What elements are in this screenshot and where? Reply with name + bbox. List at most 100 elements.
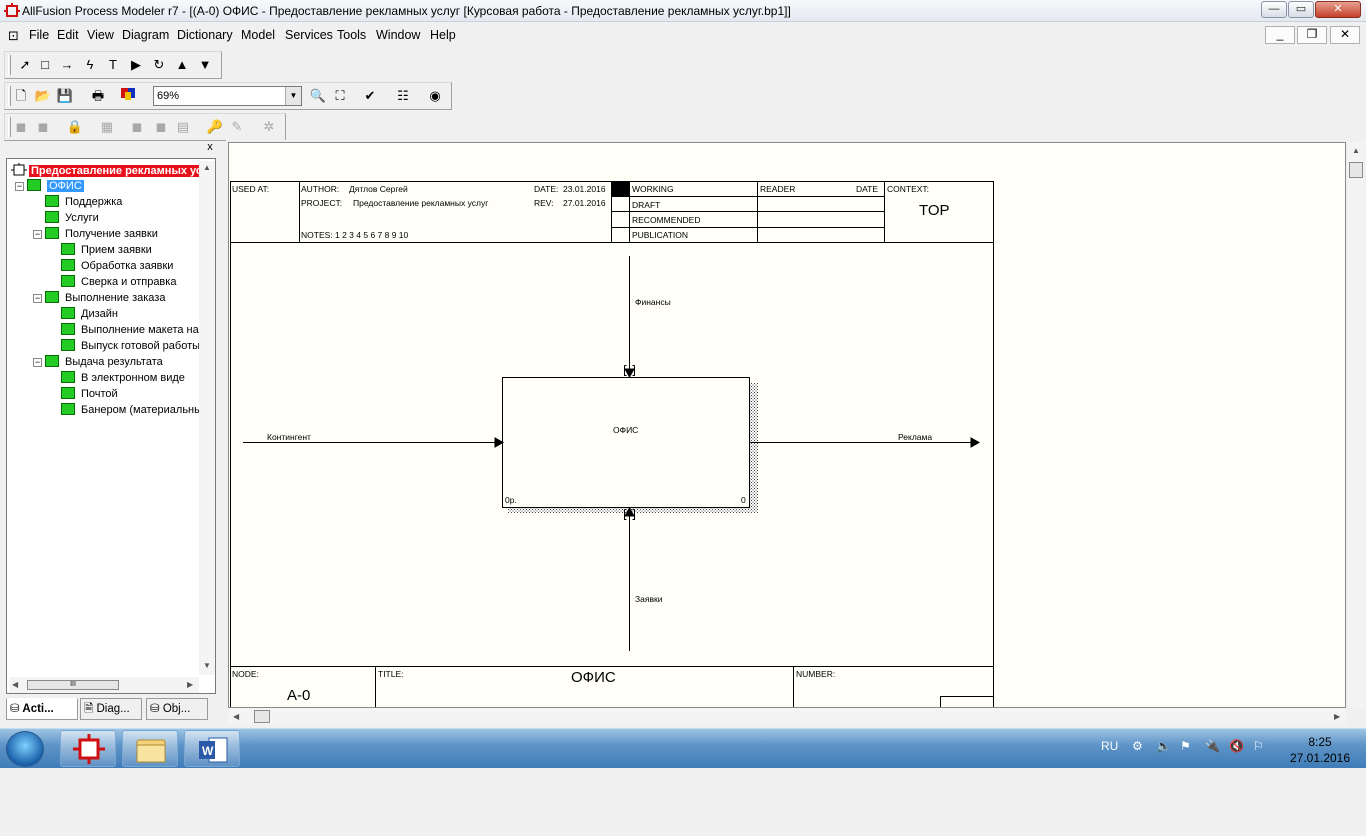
lock-icon[interactable]: 🔒 [65,117,85,137]
tree-item[interactable]: Прием заявки [61,243,152,259]
scroll-down-icon[interactable]: ▼ [203,661,211,670]
save-icon[interactable]: 💾 [55,86,75,106]
collapse-icon[interactable]: − [33,358,42,367]
menu-tools[interactable]: Tools [337,28,366,42]
tree-item[interactable]: Почтой [61,387,118,403]
diagram-canvas[interactable]: USED AT: AUTHOR: Дятлов Сергей PROJECT: … [228,142,1346,708]
tree-item[interactable]: Дизайн [61,307,118,323]
tree-item[interactable]: Обработка заявки [61,259,173,275]
flag-tray-icon[interactable]: ⚑ [1180,739,1191,753]
menu-window[interactable]: Window [376,28,420,42]
tree-item-selected[interactable]: − ОФИС [15,179,84,195]
tree-item[interactable]: − Получение заявки [33,227,158,243]
diagram-vertical-scrollbar[interactable]: ▲ [1348,142,1364,708]
scroll-right-icon[interactable]: ▶ [1334,712,1340,721]
scroll-right-icon[interactable]: ▶ [187,680,193,689]
menu-file[interactable]: File [29,28,49,42]
scroll-thumb[interactable] [254,710,270,723]
menu-diagram[interactable]: Diagram [122,28,169,42]
menu-edit[interactable]: Edit [57,28,79,42]
taskbar-process-modeler[interactable] [60,730,116,767]
menu-dictionary[interactable]: Dictionary [177,28,233,42]
start-button[interactable] [6,731,44,767]
toolbar-grip[interactable] [8,55,11,75]
network-tray-icon[interactable]: ⚙ [1132,739,1143,753]
maximize-button[interactable]: ▭ [1288,1,1314,18]
report-icon[interactable]: ▦ [97,117,117,137]
collapse-icon[interactable]: − [15,182,24,191]
tree-vertical-scrollbar[interactable]: ▲ ▼ [199,161,215,675]
grid-icon[interactable]: ▤ [173,117,193,137]
diagram-horizontal-scrollbar[interactable]: ◀ ▶ [228,708,1346,724]
key-icon[interactable]: 🔑 [205,117,225,137]
taskbar-explorer[interactable] [122,730,178,767]
minimize-button[interactable]: — [1261,1,1287,18]
scroll-up-icon[interactable]: ▲ [203,163,211,172]
mdi-restore-button[interactable]: ❐ [1297,26,1327,44]
tree-item[interactable]: Банером (материальные [61,403,208,419]
clock-time[interactable]: 8:25 [1290,735,1350,749]
tab-diagrams[interactable]: 🗎 Diag... [80,698,142,720]
collapse-icon[interactable]: − [33,230,42,239]
tree-item[interactable]: Поддержка [45,195,122,211]
squiggle-tool-icon[interactable]: ϟ [80,55,100,75]
mdi-close-button[interactable]: ✕ [1330,26,1360,44]
tree-item[interactable]: − Выполнение заказа [33,291,165,307]
explorer-close-button[interactable]: x [204,142,216,154]
output-arrow-label[interactable]: Реклама [898,432,932,442]
activity-box[interactable] [502,377,750,508]
go-down-icon[interactable]: ▼ [195,55,215,75]
menu-model[interactable]: Model [241,28,275,42]
power-tray-icon[interactable]: 🔌 [1205,739,1220,753]
tree-horizontal-scrollbar[interactable]: ◀ III ▶ [9,677,199,693]
action-center-icon[interactable]: ⚐ [1253,739,1264,753]
tree-item[interactable]: Услуги [45,211,99,227]
tab-objects[interactable]: ⛁ Obj... [146,698,208,720]
scroll-left-icon[interactable]: ◀ [12,680,18,689]
close-button[interactable]: ✕ [1315,1,1361,18]
merge-icon[interactable]: ◼ [127,117,147,137]
model-mart-icon[interactable]: ◉ [425,86,445,106]
pointer-tool-icon[interactable]: ➚ [15,55,35,75]
chevron-down-icon[interactable]: ▼ [285,87,301,105]
zoom-select[interactable]: 69% ▼ [153,86,302,106]
open-folder-icon[interactable]: 📂 [33,86,53,106]
control-arrow-label[interactable]: Финансы [635,297,671,307]
tree-item[interactable]: В электронном виде [61,371,185,387]
tab-activities[interactable]: ⛁ Acti... [6,698,78,720]
menu-view[interactable]: View [87,28,114,42]
rotate-icon[interactable]: ↻ [149,55,169,75]
go-to-child-icon[interactable]: ▶ [126,55,146,75]
tree-root[interactable]: Предоставление рекламных услуг [11,163,215,179]
bug-icon[interactable]: ✲ [259,117,279,137]
tree-item[interactable]: Выпуск готовой работы [61,339,200,355]
scroll-thumb[interactable]: III [27,680,119,690]
print-icon[interactable]: 🖶 [88,86,108,106]
menu-services[interactable]: Services [285,28,333,42]
checkout-icon[interactable]: ◼ [33,117,53,137]
taskbar-word[interactable]: W [184,730,240,767]
spell-check-icon[interactable]: ✔ [360,86,380,106]
zoom-in-icon[interactable]: 🔍 [308,86,328,106]
language-indicator[interactable]: RU [1101,739,1118,753]
scroll-left-icon[interactable]: ◀ [233,712,239,721]
mechanism-arrow-label[interactable]: Заявки [635,594,662,604]
scroll-up-icon[interactable]: ▲ [1352,146,1360,155]
new-file-icon[interactable]: 🗋 [11,86,31,106]
speaker-tray-icon[interactable]: 🔇 [1229,739,1244,753]
color-palette-icon[interactable] [119,86,139,106]
clock-date[interactable]: 27.01.2016 [1280,751,1360,765]
tree-item[interactable]: Выполнение макета на [61,323,199,339]
box-tool-icon[interactable]: □ [35,55,55,75]
volume-tray-icon[interactable]: 🔈 [1156,739,1171,753]
tree-item[interactable]: − Выдача результата [33,355,163,371]
split-icon[interactable]: ◼ [151,117,171,137]
collapse-icon[interactable]: − [33,294,42,303]
model-explorer-icon[interactable]: ☷ [393,86,413,106]
zoom-fit-icon[interactable]: ⛶ [330,86,350,106]
mdi-minimize-button[interactable]: _ [1265,26,1295,44]
scroll-thumb[interactable] [1349,162,1363,178]
menu-help[interactable]: Help [430,28,456,42]
edit-icon[interactable]: ✎ [227,117,247,137]
checkin-icon[interactable]: ◼ [11,117,31,137]
